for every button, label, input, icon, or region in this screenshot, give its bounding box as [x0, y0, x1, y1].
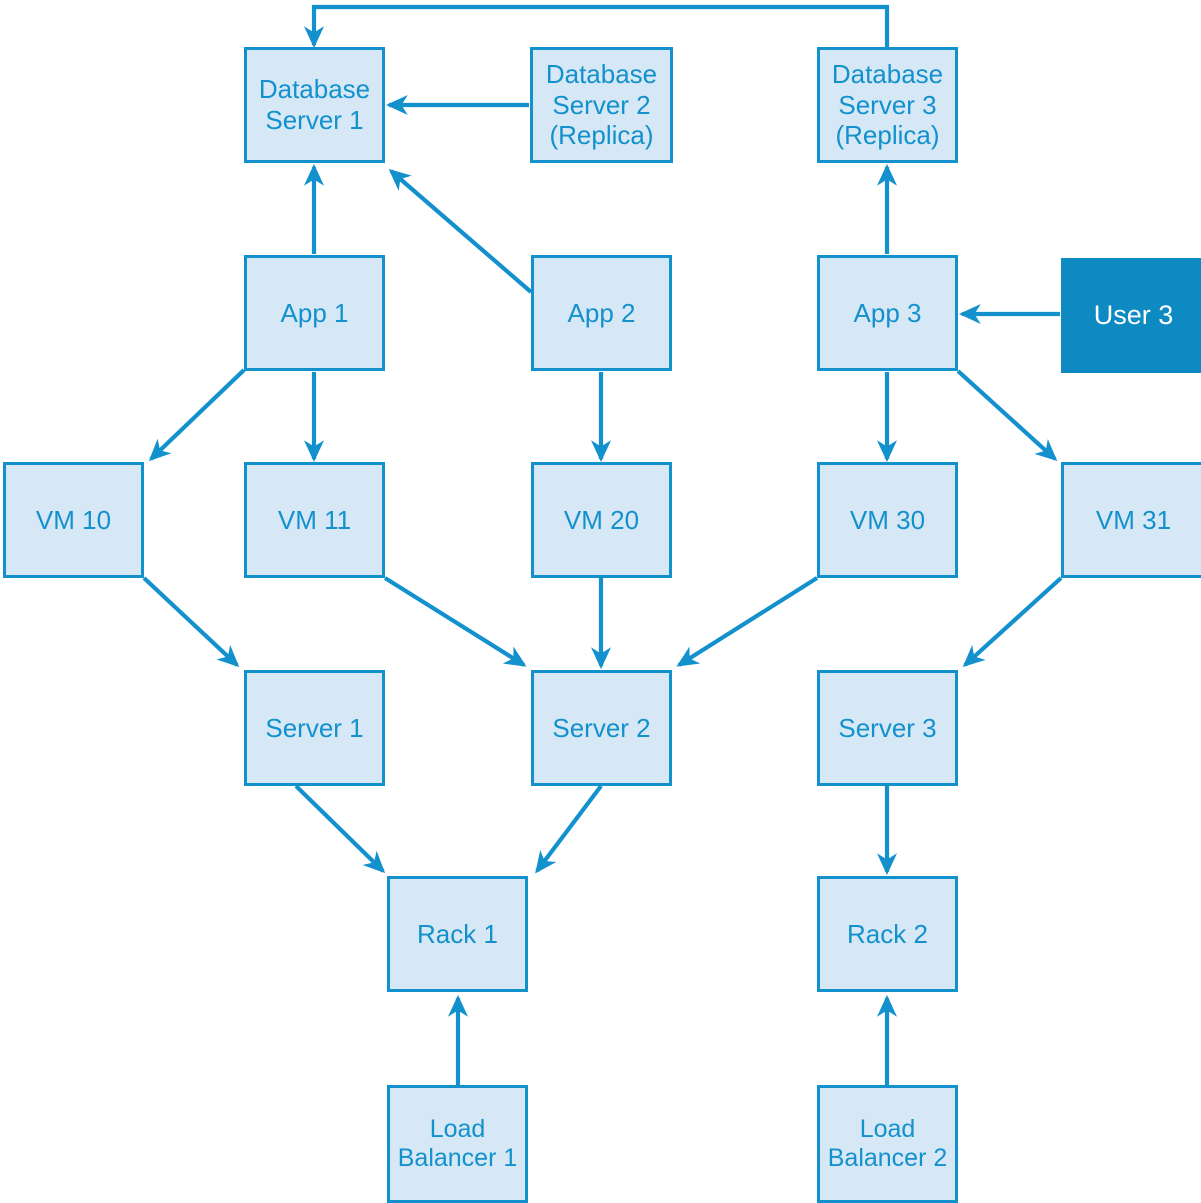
diagram-canvas: Database Server 1 Database Server 2 (Rep… — [0, 0, 1201, 1203]
node-server-3[interactable]: Server 3 — [817, 670, 958, 786]
node-app-1[interactable]: App 1 — [244, 255, 385, 371]
node-load-balancer-1[interactable]: Load Balancer 1 — [387, 1085, 528, 1203]
edge-vm11-to-srv2 — [383, 576, 527, 667]
node-vm-20[interactable]: VM 20 — [531, 462, 672, 578]
node-vm-31[interactable]: VM 31 — [1061, 462, 1201, 578]
node-app-2[interactable]: App 2 — [531, 255, 672, 371]
node-vm-30[interactable]: VM 30 — [817, 462, 958, 578]
edge-vm31-to-srv3 — [962, 576, 1063, 668]
node-database-server-3[interactable]: Database Server 3 (Replica) — [817, 47, 958, 163]
edge-layer — [142, 4, 1063, 1085]
node-vm-10[interactable]: VM 10 — [3, 462, 144, 578]
node-user-3[interactable]: User 3 — [1061, 258, 1201, 373]
edge-vm30-to-srv2 — [676, 576, 819, 667]
node-vm-11[interactable]: VM 11 — [244, 462, 385, 578]
edge-srv1-to-rack1 — [294, 784, 386, 874]
node-app-3[interactable]: App 3 — [817, 255, 958, 371]
edge-app3-to-vm31 — [956, 369, 1058, 462]
edge-app1-to-vm10 — [148, 368, 246, 462]
node-load-balancer-2[interactable]: Load Balancer 2 — [817, 1085, 958, 1203]
node-rack-2[interactable]: Rack 2 — [817, 876, 958, 992]
edge-app2-to-db1 — [388, 169, 533, 294]
node-database-server-2[interactable]: Database Server 2 (Replica) — [530, 47, 673, 163]
edge-vm10-to-srv1 — [142, 576, 240, 668]
node-rack-1[interactable]: Rack 1 — [387, 876, 528, 992]
edge-db3-to-db1 — [303, 4, 890, 49]
node-database-server-1[interactable]: Database Server 1 — [244, 47, 385, 163]
node-server-1[interactable]: Server 1 — [244, 670, 385, 786]
node-server-2[interactable]: Server 2 — [531, 670, 672, 786]
edge-srv2-to-rack1 — [535, 784, 603, 874]
